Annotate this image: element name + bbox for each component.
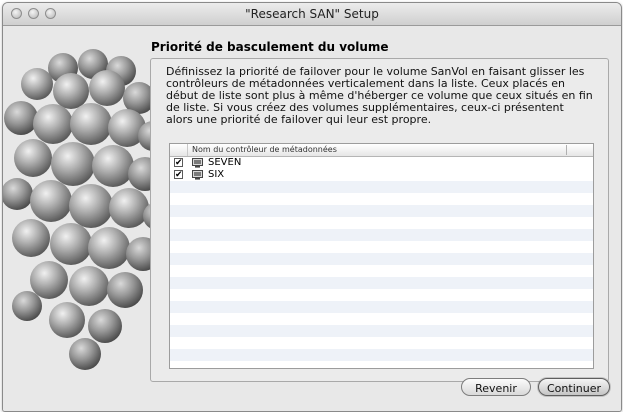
empty-row — [170, 205, 593, 217]
server-icon — [192, 170, 203, 180]
empty-row — [170, 193, 593, 205]
empty-row — [170, 361, 593, 368]
empty-row — [170, 253, 593, 265]
list-header: Nom du contrôleur de métadonnées — [170, 144, 593, 157]
server-icon — [192, 158, 203, 168]
metadata-controller-list[interactable]: Nom du contrôleur de métadonnées ✔ SEVEN… — [169, 143, 594, 369]
empty-row — [170, 325, 593, 337]
empty-row — [170, 265, 593, 277]
empty-row — [170, 337, 593, 349]
empty-row — [170, 241, 593, 253]
spheres-illustration — [3, 49, 171, 370]
empty-row — [170, 349, 593, 361]
setup-window: "Research SAN" Setup Priorité de bascule… — [2, 2, 622, 412]
empty-row — [170, 181, 593, 193]
title-bar[interactable]: "Research SAN" Setup — [3, 3, 621, 26]
empty-row — [170, 313, 593, 325]
empty-row — [170, 277, 593, 289]
empty-row — [170, 217, 593, 229]
empty-row — [170, 289, 593, 301]
checkbox-six[interactable]: ✔ — [174, 170, 183, 180]
back-button[interactable]: Revenir — [461, 378, 531, 396]
list-item-seven[interactable]: ✔ SEVEN — [170, 157, 593, 169]
instructions-text: Définissez la priorité de failover pour … — [166, 65, 593, 126]
checkbox-column-header[interactable] — [170, 144, 188, 156]
column-separator — [566, 145, 567, 155]
empty-row — [170, 229, 593, 241]
controller-name: SEVEN — [208, 157, 242, 168]
column-header-name[interactable]: Nom du contrôleur de métadonnées — [192, 144, 337, 156]
assistant-content: Priorité de basculement du volume Défini… — [3, 26, 621, 411]
checkbox-seven[interactable]: ✔ — [174, 158, 183, 168]
continue-button[interactable]: Continuer — [538, 378, 610, 396]
controller-name: SIX — [208, 169, 225, 180]
list-item-six[interactable]: ✔ SIX — [170, 169, 593, 181]
window-title: "Research SAN" Setup — [245, 7, 379, 21]
empty-row — [170, 301, 593, 313]
list-rows: ✔ SEVEN ✔ SIX — [170, 157, 593, 368]
panel-title: Priorité de basculement du volume — [151, 40, 389, 54]
